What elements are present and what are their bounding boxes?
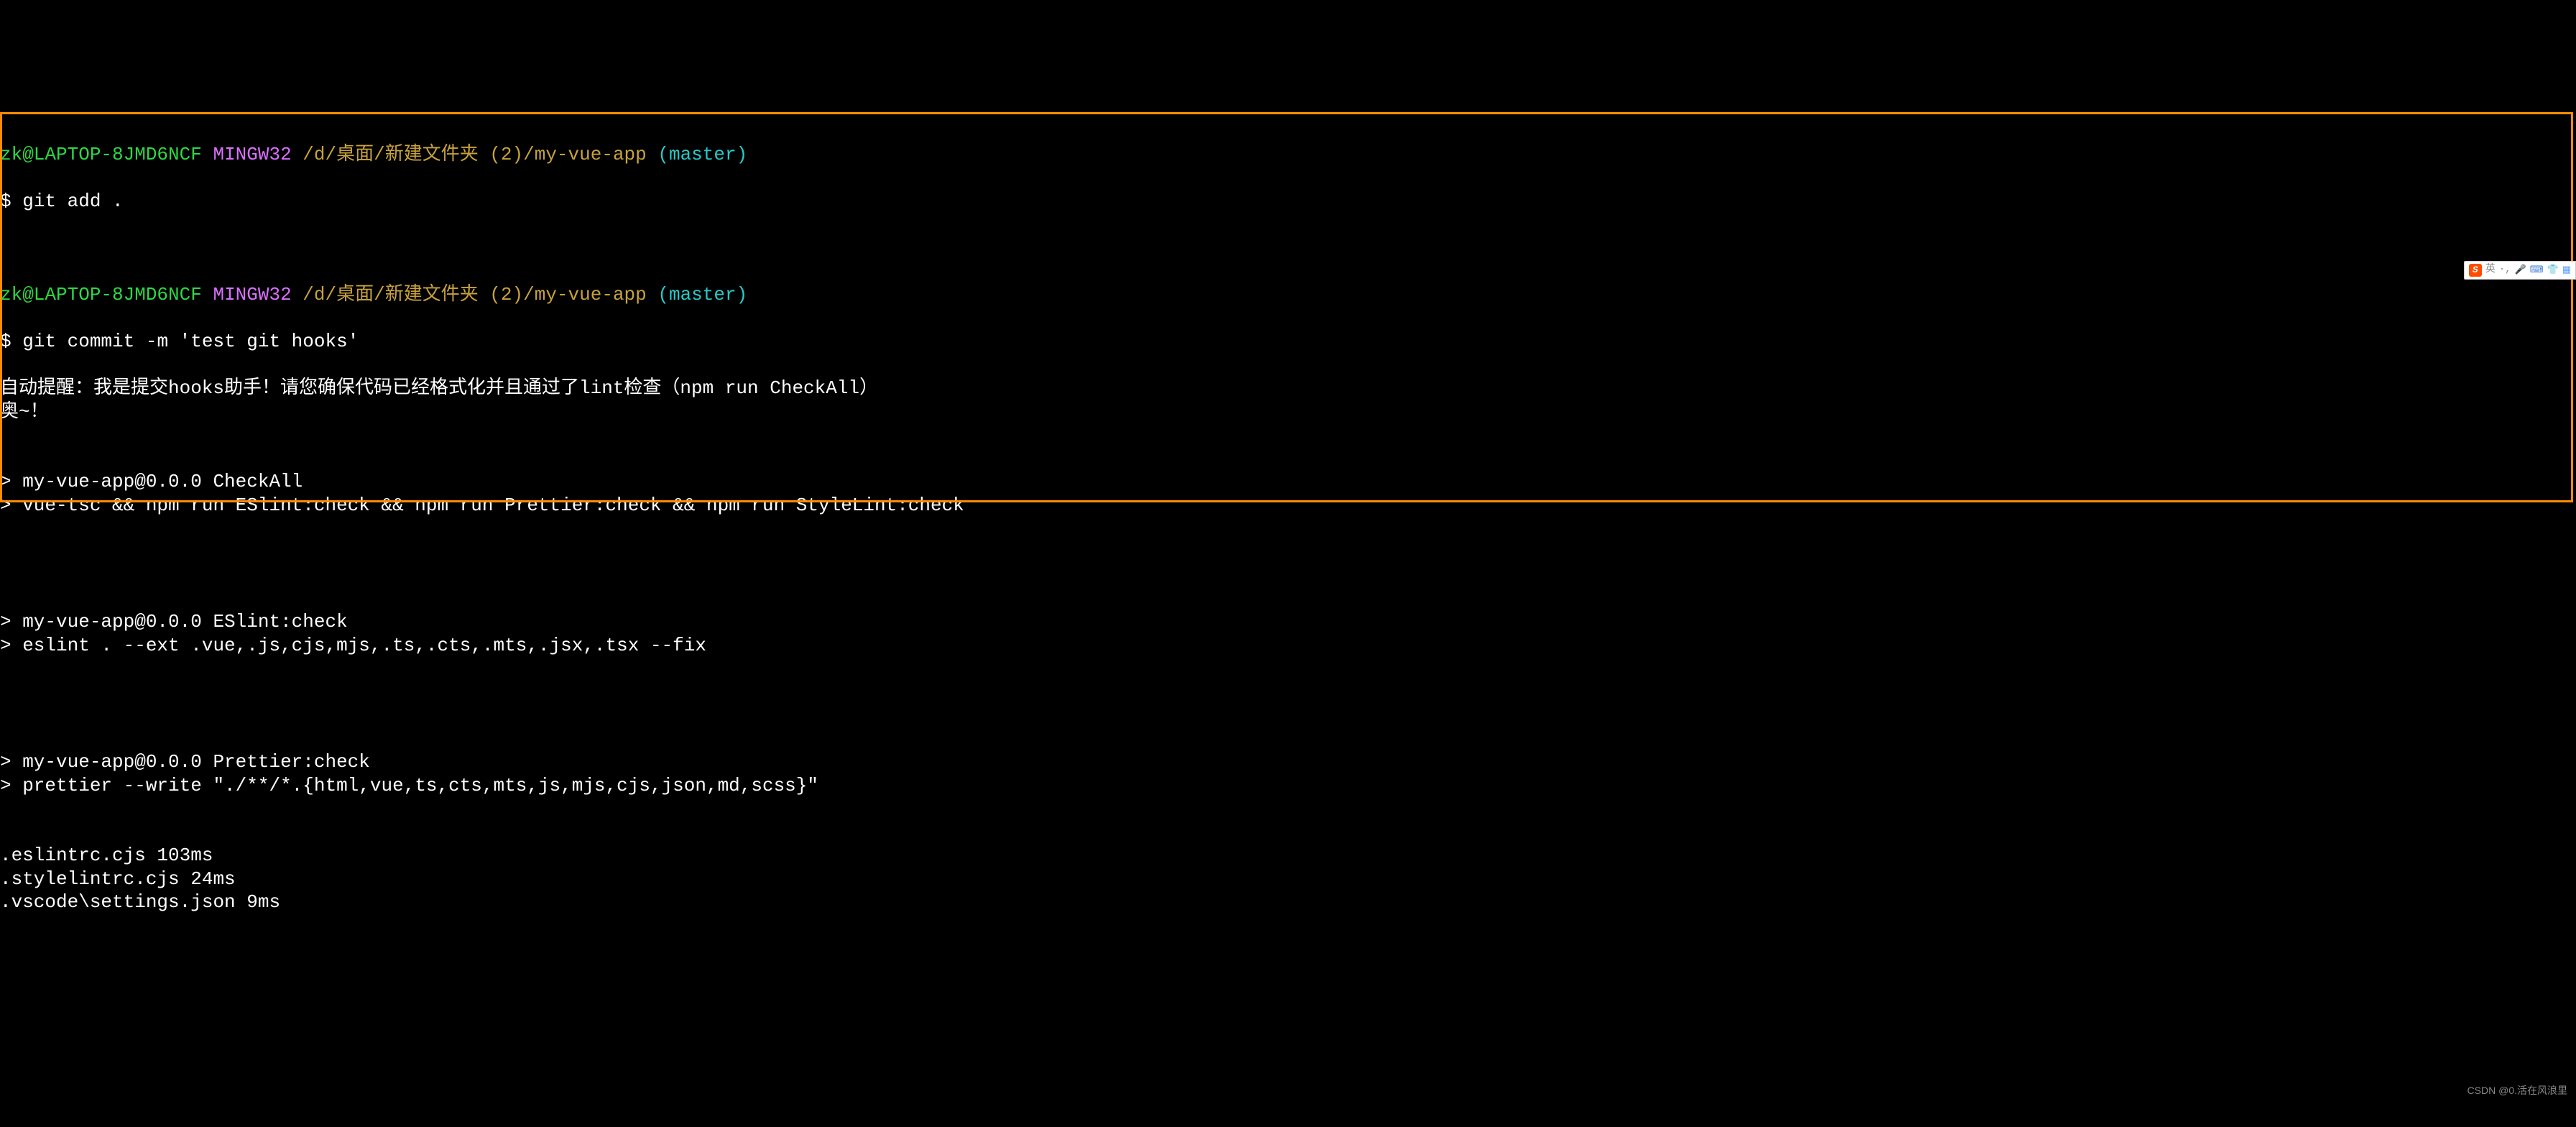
- terminal-output[interactable]: zk@LAPTOP-8JMD6NCF MINGW32 /d/桌面/新建文件夹 (…: [0, 96, 2576, 914]
- skin-icon[interactable]: 👕: [2547, 264, 2559, 276]
- npm-script-eslint-cmd: > eslint . --ext .vue,.js,cjs,mjs,.ts,.c…: [0, 635, 706, 656]
- prompt-line-2: zk@LAPTOP-8JMD6NCF MINGW32 /d/桌面/新建文件夹 (…: [0, 283, 2576, 307]
- ime-language-label[interactable]: 英: [2485, 264, 2496, 277]
- npm-script-eslint-header: > my-vue-app@0.0.0 ESlint:check: [0, 611, 348, 632]
- npm-script-checkall-cmd: > vue-tsc && npm run ESlint:check && npm…: [0, 494, 964, 516]
- blank-line: [0, 657, 2576, 681]
- ime-separator: ·,: [2499, 264, 2511, 277]
- git-branch: (master): [657, 284, 747, 305]
- npm-script-checkall-header: > my-vue-app@0.0.0 CheckAll: [0, 471, 303, 492]
- user-host: zk@LAPTOP-8JMD6NCF: [0, 144, 202, 165]
- user-host: zk@LAPTOP-8JMD6NCF: [0, 284, 202, 305]
- keyboard-icon[interactable]: ⌨: [2530, 264, 2544, 276]
- prompt-symbol: $: [0, 331, 11, 352]
- prettier-file-2: .stylelintrc.cjs 24ms: [0, 868, 236, 890]
- npm-script-prettier-header: > my-vue-app@0.0.0 Prettier:check: [0, 751, 370, 773]
- blank-line: [0, 797, 2576, 821]
- microphone-icon[interactable]: 🎤: [2515, 264, 2526, 276]
- blank-line: [0, 423, 2576, 447]
- npm-script-prettier-cmd: > prettier --write "./**/*.{html,vue,ts,…: [0, 775, 818, 796]
- blank-line: [0, 564, 2576, 587]
- blank-line: [0, 517, 2576, 540]
- blank-line: [0, 236, 2576, 260]
- hook-message-line1: 自动提醒：我是提交hooks助手！请您确保代码已经格式化并且通过了lint检查（…: [0, 377, 878, 399]
- shell-env: MINGW32: [213, 284, 291, 305]
- ime-toolbar[interactable]: S 英 ·, 🎤 ⌨ 👕 ▦: [2464, 261, 2576, 280]
- blank-line: [0, 704, 2576, 727]
- shell-env: MINGW32: [213, 144, 291, 165]
- csdn-watermark: CSDN @0.活在风浪里: [2467, 1085, 2567, 1098]
- prompt-symbol: $: [0, 190, 11, 212]
- command-line-1: $ git add .: [0, 190, 2576, 213]
- command-line-2: $ git commit -m 'test git hooks': [0, 330, 2576, 354]
- cwd-path: /d/桌面/新建文件夹 (2)/my-vue-app: [303, 284, 646, 305]
- git-commit-command: git commit -m 'test git hooks': [22, 331, 359, 352]
- git-add-command: git add .: [22, 190, 123, 212]
- sogou-ime-logo-icon[interactable]: S: [2469, 264, 2482, 277]
- toolbox-icon[interactable]: ▦: [2562, 264, 2571, 276]
- cwd-path: /d/桌面/新建文件夹 (2)/my-vue-app: [303, 144, 646, 165]
- prompt-line-1: zk@LAPTOP-8JMD6NCF MINGW32 /d/桌面/新建文件夹 (…: [0, 143, 2576, 167]
- git-branch: (master): [657, 144, 747, 165]
- hook-message-line2: 奥~！: [0, 401, 49, 423]
- prettier-file-3: .vscode\settings.json 9ms: [0, 891, 280, 913]
- prettier-file-1: .eslintrc.cjs 103ms: [0, 845, 213, 866]
